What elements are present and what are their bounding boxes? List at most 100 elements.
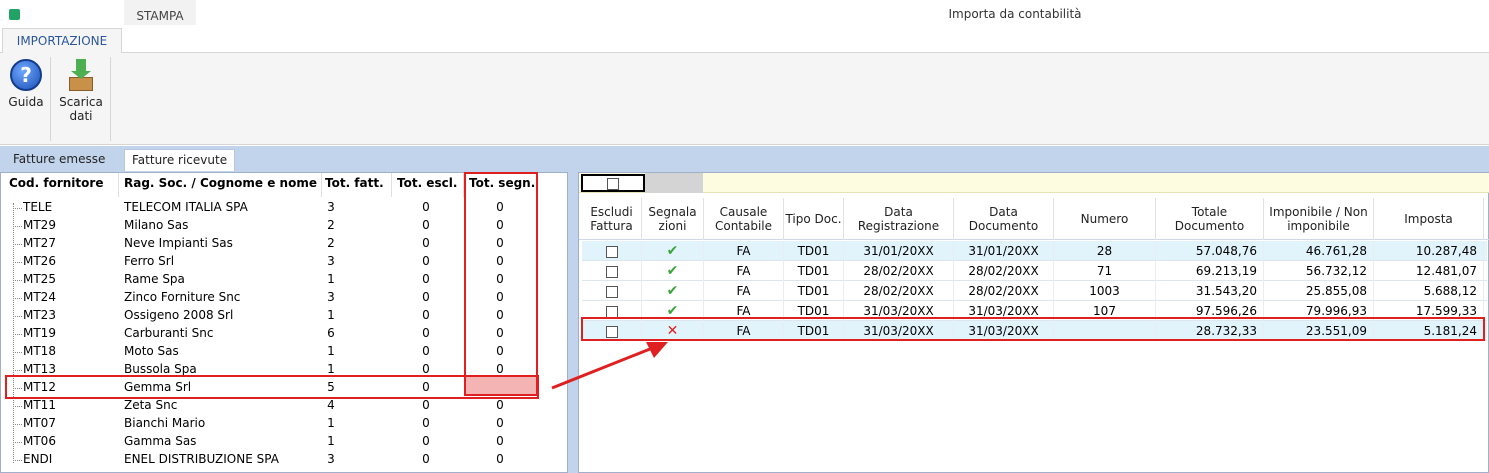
header-escludi[interactable]: Escludi Fattura xyxy=(582,198,642,240)
supplier-name: Moto Sas xyxy=(124,344,179,358)
supplier-code: MT13 xyxy=(23,362,56,376)
status-cell: ✔ xyxy=(642,241,704,261)
cell-imponibile: 25.855,08 xyxy=(1264,281,1374,301)
header-numero[interactable]: Numero xyxy=(1054,198,1156,240)
tot-escl-value: 0 xyxy=(422,290,430,304)
tot-escl-value: 0 xyxy=(422,344,430,358)
content-area: Fatture emesse Fatture ricevute Cod. for… xyxy=(0,146,1489,473)
select-all-box[interactable] xyxy=(581,174,645,192)
header-imposta[interactable]: Imposta xyxy=(1374,198,1484,240)
cell-data-doc: 28/02/20XX xyxy=(954,261,1054,281)
exclude-checkbox[interactable] xyxy=(605,285,618,298)
supplier-name: Neve Impianti Sas xyxy=(124,236,233,250)
tot-escl-value: 0 xyxy=(422,236,430,250)
checkmark-icon: ✔ xyxy=(666,283,679,299)
help-button[interactable]: ? Guida xyxy=(4,59,48,109)
supplier-code: MT23 xyxy=(23,308,56,322)
tab-fatture-emesse[interactable]: Fatture emesse xyxy=(6,149,112,171)
header-cod-fornitore[interactable]: Cod. fornitore xyxy=(9,176,103,190)
tot-segn-value: 0 xyxy=(496,452,504,466)
select-all-checkbox[interactable] xyxy=(607,178,619,190)
exclude-checkbox[interactable] xyxy=(605,265,618,278)
supplier-name: Zeta Snc xyxy=(124,398,178,412)
download-label: Scarica dati xyxy=(59,95,103,123)
exclude-cell[interactable] xyxy=(582,241,642,261)
header-totale[interactable]: Totale Documento xyxy=(1156,198,1264,240)
tot-fatt-value: 3 xyxy=(327,200,335,214)
help-label: Guida xyxy=(8,95,44,109)
tab-stampa[interactable]: STAMPA xyxy=(124,0,196,25)
ribbon-separator xyxy=(50,57,51,141)
tot-fatt-value: 1 xyxy=(327,308,335,322)
flagged-invoice-highlight xyxy=(581,317,1485,341)
supplier-row[interactable]: ENDI ENEL DISTRIBUZIONE SPA 3 0 0 xyxy=(1,451,567,469)
tot-escl-value: 0 xyxy=(422,218,430,232)
cell-causale: FA xyxy=(704,281,784,301)
tot-fatt-value: 1 xyxy=(327,344,335,358)
tot-escl-value: 0 xyxy=(422,362,430,376)
header-data-documento[interactable]: Data Documento xyxy=(954,198,1054,240)
exclude-checkbox[interactable] xyxy=(605,305,618,318)
cell-totale: 31.543,20 xyxy=(1156,281,1264,301)
download-data-button[interactable]: Scarica dati xyxy=(54,59,108,123)
tot-escl-value: 0 xyxy=(422,434,430,448)
cell-data-reg: 31/01/20XX xyxy=(844,241,954,261)
tot-fatt-value: 4 xyxy=(327,398,335,412)
tot-fatt-value: 3 xyxy=(327,290,335,304)
header-data-registrazione[interactable]: Data Registrazione xyxy=(844,198,954,240)
tot-fatt-value: 1 xyxy=(327,434,335,448)
cell-numero: 28 xyxy=(1054,241,1156,261)
checkmark-icon: ✔ xyxy=(666,243,679,259)
header-causale[interactable]: Causale Contabile xyxy=(704,198,784,240)
invoice-row[interactable]: ✔ FA TD01 28/02/20XX 28/02/20XX 71 69.213,19 56… xyxy=(582,261,1487,281)
tot-segn-highlight xyxy=(464,172,538,396)
tot-escl-value: 0 xyxy=(422,326,430,340)
supplier-code: MT06 xyxy=(23,434,56,448)
invoice-row[interactable]: ✔ FA TD01 28/02/20XX 28/02/20XX 1003 31.543,20… xyxy=(582,281,1487,301)
tot-fatt-value: 3 xyxy=(327,452,335,466)
supplier-row[interactable]: MT07 Bianchi Mario 1 0 0 xyxy=(1,415,567,433)
tot-escl-value: 0 xyxy=(422,200,430,214)
supplier-name: Bussola Spa xyxy=(124,362,197,376)
supplier-code: TELE xyxy=(23,200,53,214)
supplier-row[interactable]: MT11 Zeta Snc 4 0 0 xyxy=(1,397,567,415)
cell-imposta: 10.287,48 xyxy=(1374,241,1484,261)
tot-fatt-value: 1 xyxy=(327,416,335,430)
tab-importazione[interactable]: IMPORTAZIONE xyxy=(2,28,122,54)
supplier-code: MT29 xyxy=(23,218,56,232)
cell-numero: 71 xyxy=(1054,261,1156,281)
supplier-code: MT27 xyxy=(23,236,56,250)
supplier-name: Ossigeno 2008 Srl xyxy=(124,308,234,322)
tot-escl-value: 0 xyxy=(422,308,430,322)
header-tot-escl[interactable]: Tot. escl. xyxy=(397,176,457,190)
tot-fatt-value: 1 xyxy=(327,362,335,376)
exclude-cell[interactable] xyxy=(582,281,642,301)
supplier-row[interactable]: MT06 Gamma Sas 1 0 0 xyxy=(1,433,567,451)
cell-tipo: TD01 xyxy=(784,281,844,301)
header-tot-fatt[interactable]: Tot. fatt. xyxy=(325,176,384,190)
header-tipo-doc[interactable]: Tipo Doc. xyxy=(784,198,844,240)
tot-escl-value: 0 xyxy=(422,254,430,268)
supplier-name: TELECOM ITALIA SPA xyxy=(124,200,248,214)
header-imponibile[interactable]: Imponibile / Non imponibile xyxy=(1264,198,1374,240)
mt12-row-highlight xyxy=(5,375,539,399)
header-segnalazioni[interactable]: Segnala zioni xyxy=(642,198,704,240)
cell-causale: FA xyxy=(704,261,784,281)
ribbon: ? Guida Scarica dati xyxy=(0,53,1489,145)
header-rag-soc[interactable]: Rag. Soc. / Cognome e nome xyxy=(124,176,317,190)
tab-fatture-ricevute[interactable]: Fatture ricevute xyxy=(124,149,236,171)
exclude-checkbox[interactable] xyxy=(605,245,618,258)
help-icon: ? xyxy=(10,59,42,91)
cell-data-doc: 31/01/20XX xyxy=(954,241,1054,261)
exclude-cell[interactable] xyxy=(582,261,642,281)
supplier-name: ENEL DISTRIBUZIONE SPA xyxy=(124,452,279,466)
checkmark-icon: ✔ xyxy=(666,263,679,279)
tot-escl-value: 0 xyxy=(422,452,430,466)
supplier-name: Zinco Forniture Snc xyxy=(124,290,241,304)
tot-escl-value: 0 xyxy=(422,398,430,412)
invoice-row[interactable]: ✔ FA TD01 31/01/20XX 31/01/20XX 28 57.048,76 46… xyxy=(582,241,1487,261)
supplier-code: MT24 xyxy=(23,290,56,304)
cell-data-reg: 28/02/20XX xyxy=(844,261,954,281)
tot-segn-value: 0 xyxy=(496,416,504,430)
download-icon xyxy=(67,59,95,91)
